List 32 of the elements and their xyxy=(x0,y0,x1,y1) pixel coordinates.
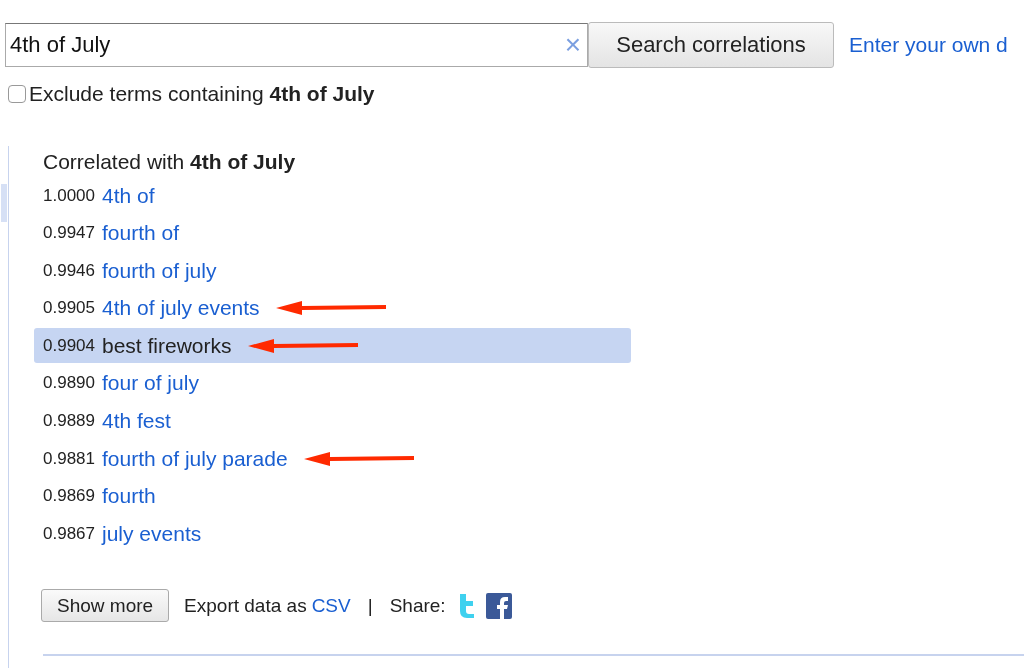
search-button[interactable]: Search correlations xyxy=(588,22,834,68)
score: 0.9869 xyxy=(43,486,95,507)
score: 0.9889 xyxy=(43,411,95,432)
score: 0.9881 xyxy=(43,448,95,469)
score: 0.9905 xyxy=(43,298,95,319)
score: 0.9947 xyxy=(43,223,95,244)
score: 0.9890 xyxy=(43,373,95,394)
enter-own-data-link[interactable]: Enter your own d xyxy=(849,33,1008,57)
term-link[interactable]: 4th of july events xyxy=(102,296,260,321)
term-link[interactable]: best fireworks xyxy=(102,333,232,358)
score: 1.0000 xyxy=(43,185,95,206)
term-link[interactable]: fourth of xyxy=(102,221,180,246)
term-link[interactable]: fourth of july parade xyxy=(102,446,288,471)
exclude-label: Exclude terms containing 4th of July xyxy=(29,82,375,106)
results-title: Correlated with 4th of July xyxy=(42,149,297,175)
term-link[interactable]: 4th fest xyxy=(102,409,171,434)
score: 0.9904 xyxy=(43,335,95,356)
score: 0.9867 xyxy=(43,523,95,544)
term-link[interactable]: fourth of july xyxy=(102,258,217,283)
search-field[interactable]: 4th of July × xyxy=(5,23,588,67)
score: 0.9946 xyxy=(43,260,95,281)
separator: | xyxy=(367,594,373,617)
term-link[interactable]: four of july xyxy=(102,371,199,396)
term-link[interactable]: july events xyxy=(102,521,202,546)
term-link[interactable]: 4th of xyxy=(102,183,155,208)
term-link[interactable]: fourth xyxy=(102,484,156,509)
export-label: Export data as xyxy=(184,594,307,617)
checkbox[interactable] xyxy=(8,85,26,103)
show-more-button[interactable]: Show more xyxy=(41,589,170,623)
facebook-icon[interactable] xyxy=(485,592,512,619)
csv-link[interactable]: CSV xyxy=(311,594,351,617)
share-label: Share: xyxy=(389,594,446,617)
